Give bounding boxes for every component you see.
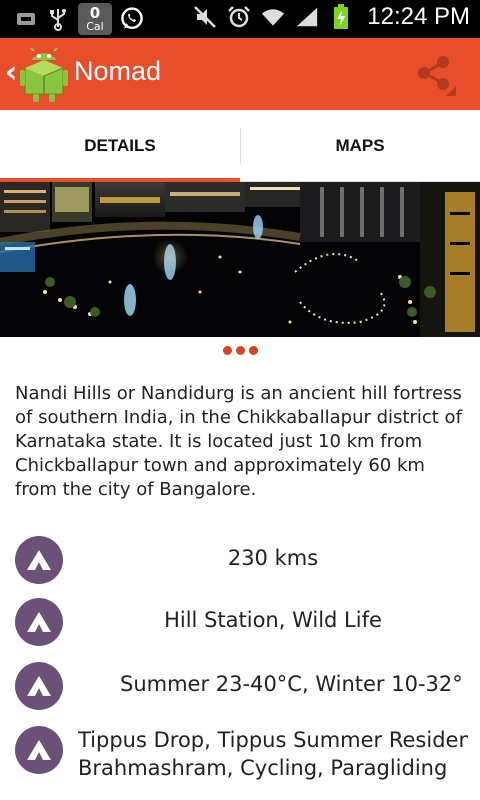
tab-bar: DETAILS MAPS [0,110,480,182]
wifi-icon [261,5,285,29]
attractions-line-1: Tippus Drop, Tippus Summer Residence, [78,728,468,752]
whatsapp-icon [120,7,144,31]
gallery-page-indicator [0,346,480,356]
page-dot[interactable] [222,346,232,355]
distance-value: 230 kms [227,546,319,570]
signal-icon [295,5,319,29]
tab-details[interactable]: DETAILS [0,110,240,182]
mountain-icon [15,536,63,584]
chevron-left-icon[interactable]: ‹ [5,58,17,88]
battery-charging-icon [329,4,353,29]
info-row-attractions: Tippus Drop, Tippus Summer Residence, Br… [0,726,480,786]
screenshot-icon [14,7,38,31]
info-row-category: Hill Station, Wild Life [0,598,480,646]
mountain-icon [15,662,63,710]
mountain-icon [15,726,63,774]
status-time: 12:24 PM [367,3,470,30]
place-description: Nandi Hills or Nandidurg is an ancient h… [15,383,462,500]
mute-icon [193,5,217,29]
tab-maps[interactable]: MAPS [240,110,480,182]
app-title: Nomad [74,56,162,86]
page-dot[interactable] [235,346,245,355]
alarm-icon [227,5,251,29]
calendar-badge: 0 Cal [78,3,112,35]
usb-icon [46,7,70,31]
info-row-distance: 230 kms [0,536,480,584]
weather-value: Summer 23-40°C, Winter 10-32° [120,672,463,696]
hero-image[interactable] [0,182,480,337]
action-bar: ‹ Nomad [0,38,480,110]
attractions-line-2: Brahmashram, Cycling, Paragliding [78,756,448,780]
category-value: Hill Station, Wild Life [164,608,382,632]
mountain-icon [15,598,63,646]
android-icon[interactable] [20,47,68,102]
status-bar: 0 Cal 12:24 PM [0,0,480,38]
share-icon[interactable] [416,54,456,96]
page-dot[interactable] [248,346,258,355]
info-row-weather: Summer 23-40°C, Winter 10-32° [0,662,480,710]
